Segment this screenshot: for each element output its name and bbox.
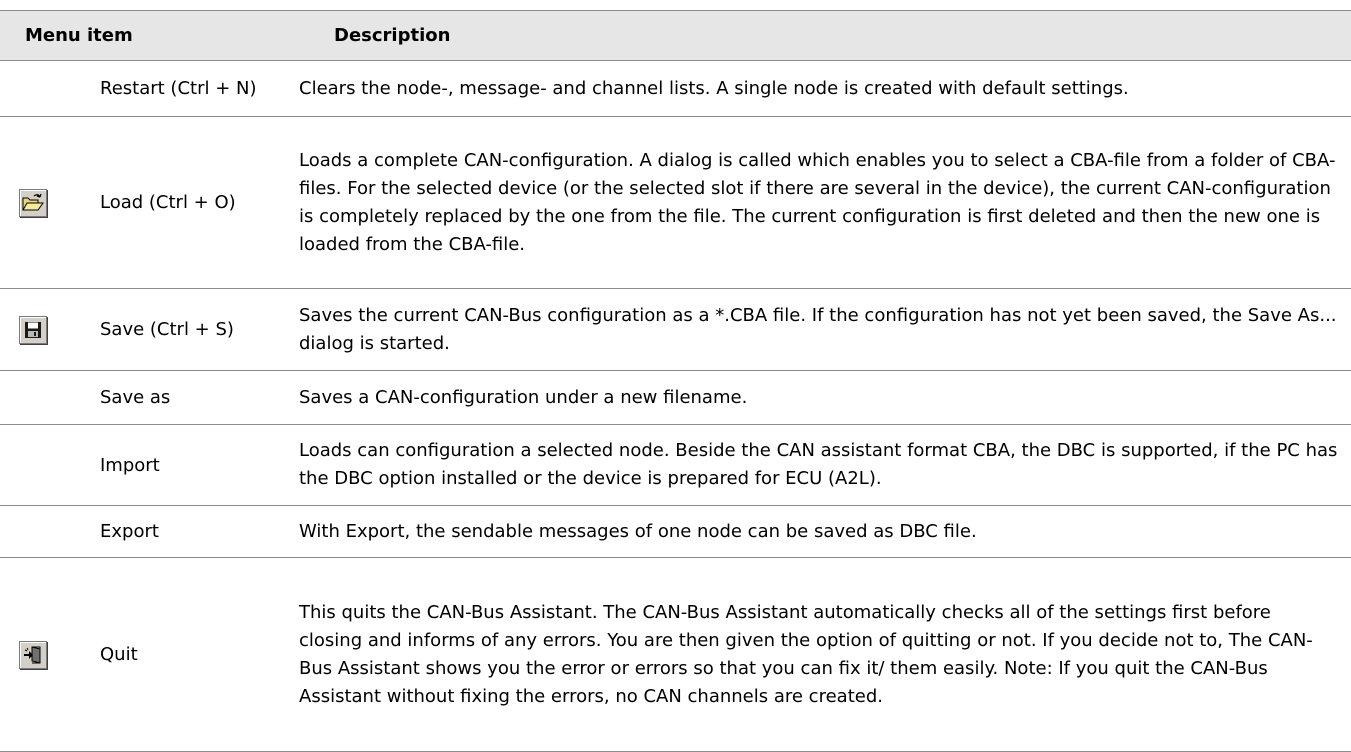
menu-item-description: Loads can configuration a selected node.… [299,440,1338,489]
menu-item-name: Export [30,506,287,557]
table-row-load: Load (Ctrl + O) Loads a complete CAN-con… [0,117,1351,289]
menu-item-description: Loads a complete CAN-configuration. A di… [299,149,1336,255]
menu-table: Menu item Description Restart (Ctrl + N)… [0,10,1351,752]
menu-item-label: Save (Ctrl + S) [100,319,234,340]
menu-item-label: Import [100,454,160,476]
menu-item-name: Import [30,425,287,505]
table-row-restart: Restart (Ctrl + N) Clears the node-, mes… [0,61,1351,117]
table-header: Menu item Description [0,11,1351,61]
menu-item-description: This quits the CAN-Bus Assistant. The CA… [299,601,1313,707]
header-menu-item: Menu item [25,25,133,46]
menu-item-label: Load (Ctrl + O) [100,192,236,213]
menu-item-name: Quit [30,558,287,751]
table-row-save: Save (Ctrl + S) Saves the current CAN-Bu… [0,289,1351,371]
menu-item-description: Saves a CAN-configuration under a new fi… [299,386,748,408]
table-row-export: Export With Export, the sendable message… [0,506,1351,558]
menu-item-label: Restart (Ctrl + N) [100,78,257,99]
menu-item-description: With Export, the sendable messages of on… [299,520,977,542]
menu-item-label: Save as [100,387,171,408]
table-row-save-as: Save as Saves a CAN-configuration under … [0,371,1351,425]
menu-item-description: Clears the node-, message- and channel l… [299,77,1129,99]
table-row-import: Import Loads can configuration a selecte… [0,425,1351,506]
menu-item-name: Save as [30,371,287,424]
menu-item-name: Restart (Ctrl + N) [30,61,287,116]
table-row-quit: Quit This quits the CAN-Bus Assistant. T… [0,558,1351,752]
menu-item-description: Saves the current CAN-Bus configuration … [299,304,1337,354]
header-description: Description [334,25,451,46]
menu-item-name: Load (Ctrl + O) [30,117,287,288]
menu-item-name: Save (Ctrl + S) [30,289,287,370]
menu-item-label: Export [100,521,159,542]
menu-item-label: Quit [100,644,138,665]
